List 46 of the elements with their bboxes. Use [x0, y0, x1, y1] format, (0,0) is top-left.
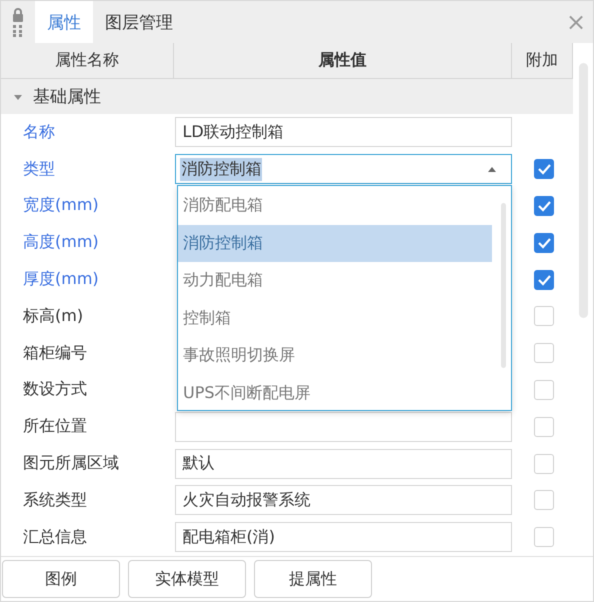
- caret-icon[interactable]: [487, 166, 498, 172]
- checkbox[interactable]: [534, 196, 554, 216]
- dropdown-field[interactable]: 消防控制箱: [175, 154, 512, 184]
- scrollbar[interactable]: [501, 203, 506, 368]
- property-name: 系统类型: [22, 490, 88, 511]
- property-name: 图元所属区域: [22, 453, 120, 474]
- checkmark-icon: [537, 236, 552, 249]
- property-name: 所在位置: [22, 416, 88, 438]
- column-header: 属性名称: [1, 43, 174, 78]
- dropdown-option[interactable]: 动力配电箱: [178, 262, 492, 300]
- checkmark-icon: [537, 274, 552, 286]
- input-field[interactable]: [175, 412, 512, 442]
- collapse-icon[interactable]: [13, 92, 23, 100]
- lock-icon[interactable]: [12, 8, 24, 22]
- drag-handle-icon[interactable]: [13, 24, 23, 36]
- button[interactable]: 提属性: [254, 560, 372, 598]
- property-name: 厚度(mm): [22, 269, 100, 290]
- property-name: 宽度(mm): [22, 195, 100, 216]
- tab[interactable]: 属性: [35, 1, 93, 43]
- checkbox[interactable]: [534, 270, 554, 290]
- column-header: 属性值: [174, 43, 512, 78]
- group-row[interactable]: 基础属性: [1, 79, 574, 114]
- property-name: 名称: [22, 122, 56, 143]
- input-field[interactable]: 配电箱柜(消): [175, 522, 512, 552]
- property-name: 数设方式: [22, 379, 88, 400]
- property-name: 汇总信息: [22, 526, 88, 548]
- checkbox[interactable]: [534, 232, 554, 253]
- group-label: 基础属性: [33, 86, 101, 108]
- property-name: 标高(m): [22, 306, 84, 327]
- dropdown-option[interactable]: 消防配电箱: [178, 187, 492, 224]
- property-name: 类型: [22, 158, 56, 180]
- button[interactable]: 实体模型: [128, 560, 246, 598]
- dropdown-option[interactable]: 控制箱: [178, 300, 492, 337]
- dropdown-option[interactable]: UPS不间断配电屏: [178, 374, 492, 412]
- button[interactable]: 图例: [2, 560, 120, 598]
- checkmark-icon: [537, 163, 552, 176]
- tab[interactable]: 图层管理: [93, 1, 185, 43]
- checkmark-icon: [537, 200, 552, 212]
- input-field[interactable]: LD联动控制箱: [175, 117, 512, 148]
- property-name: 箱柜编号: [22, 342, 88, 364]
- dropdown-option[interactable]: 消防控制箱: [178, 224, 492, 262]
- input-field[interactable]: 火灾自动报警系统: [175, 485, 512, 516]
- property-name: 高度(mm): [22, 232, 100, 254]
- input-field[interactable]: 默认: [175, 448, 512, 479]
- dropdown-option[interactable]: 事故照明切换屏: [178, 337, 492, 374]
- checkbox[interactable]: [534, 159, 554, 180]
